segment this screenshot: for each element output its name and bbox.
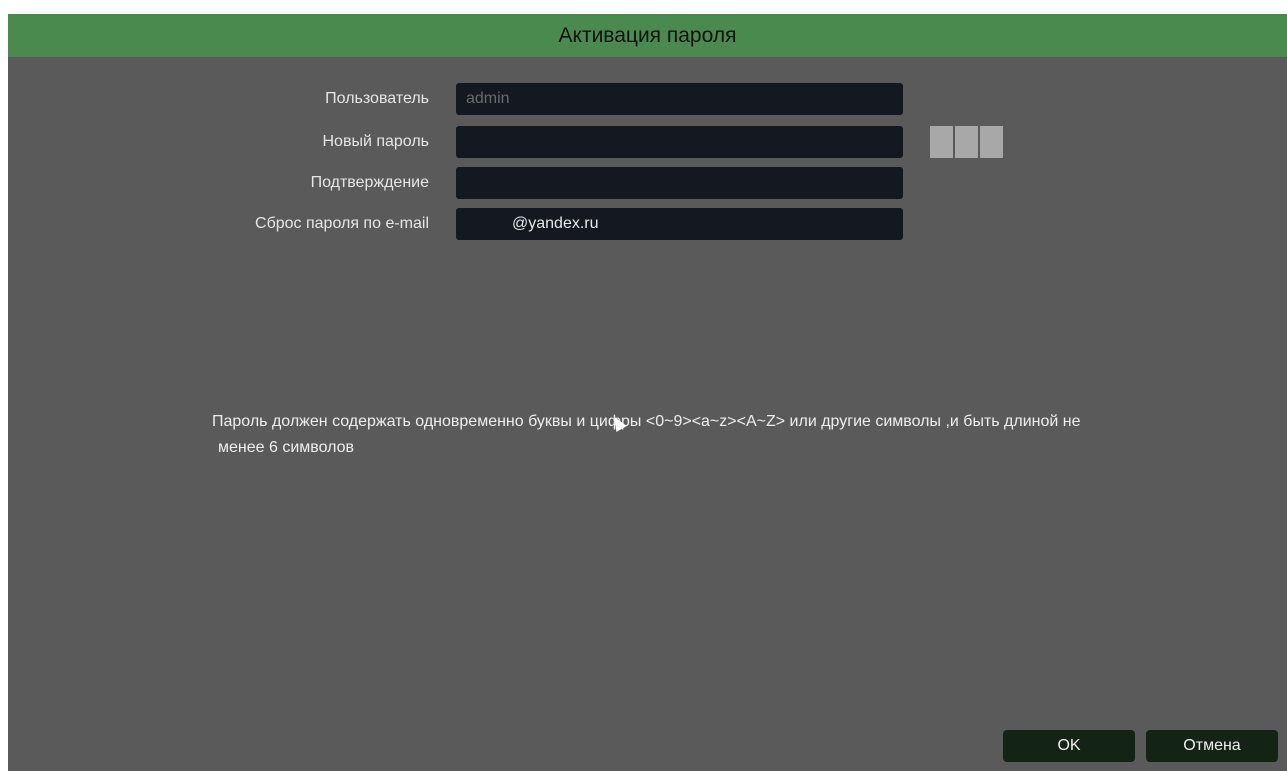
dialog-titlebar: Активация пароля	[8, 14, 1287, 57]
password-hint: Пароль должен содержать одновременно бук…	[212, 409, 1287, 461]
new-password-label: Новый пароль	[322, 133, 429, 150]
user-label: Пользователь	[325, 90, 429, 107]
dialog-title: Активация пароля	[558, 23, 737, 47]
user-field: admin	[456, 83, 903, 115]
confirm-label: Подтверждение	[310, 174, 429, 191]
new-password-field[interactable]	[456, 126, 903, 158]
email-field[interactable]: @yandex.ru	[456, 208, 903, 240]
ok-button[interactable]: OK	[1003, 730, 1135, 762]
password-hint-line1: Пароль должен содержать одновременно бук…	[212, 413, 1081, 430]
strength-segment	[980, 126, 1003, 158]
cancel-button[interactable]: Отмена	[1146, 730, 1278, 762]
email-reset-label: Сброс пароля по e-mail	[255, 215, 429, 232]
password-hint-line2: менее 6 символов	[218, 439, 355, 456]
strength-segment	[955, 126, 978, 158]
password-strength-indicator	[930, 126, 1003, 158]
strength-segment	[930, 126, 953, 158]
confirm-password-field[interactable]	[456, 167, 903, 199]
password-activation-dialog: Активация пароля Пользователь admin Новы…	[8, 14, 1287, 771]
